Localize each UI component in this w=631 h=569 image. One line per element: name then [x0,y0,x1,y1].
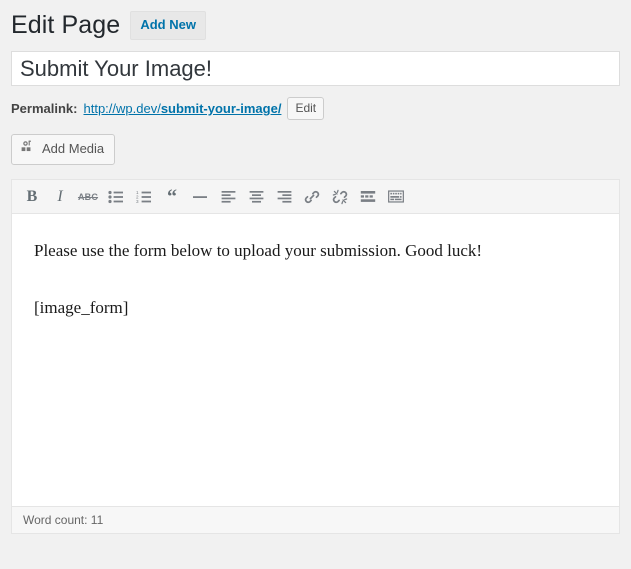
permalink-slug: submit-your-image/ [160,101,282,116]
permalink-row: Permalink: http://wp.dev/submit-your-ima… [0,97,631,120]
bulleted-list-icon[interactable] [102,184,130,210]
italic-icon[interactable]: I [46,184,74,210]
add-media-label: Add Media [42,141,105,156]
post-title-input[interactable] [11,51,620,86]
toolbar-toggle-icon[interactable] [382,184,410,210]
title-field-wrapper [0,51,631,86]
editor-content-area[interactable]: Please use the form below to upload your… [12,214,619,506]
editor-toolbar: B I ABC 1 2 3 “ [12,180,619,214]
read-more-icon[interactable] [354,184,382,210]
word-count-label: Word count: 11 [23,513,104,527]
media-camera-icon [21,139,36,159]
blockquote-icon[interactable]: “ [158,184,186,210]
editor-container: B I ABC 1 2 3 “ Please use the form belo… [11,179,620,534]
link-icon[interactable] [298,184,326,210]
strikethrough-icon[interactable]: ABC [74,184,102,210]
numbered-list-icon[interactable]: 1 2 3 [130,184,158,210]
editor-paragraph-2: [image_form] [34,298,129,317]
add-new-button[interactable]: Add New [130,10,206,40]
permalink-base: http://wp.dev/ [83,101,161,116]
edit-permalink-button[interactable]: Edit [287,97,325,120]
page-header: Edit Page Add New [0,0,631,45]
permalink-link[interactable]: http://wp.dev/submit-your-image/ [83,101,281,116]
bold-icon[interactable]: B [18,184,46,210]
unlink-icon[interactable] [326,184,354,210]
editor-status-bar: Word count: 11 [12,506,619,533]
horizontal-rule-icon[interactable] [186,184,214,210]
page-title: Edit Page [11,11,121,39]
add-media-button[interactable]: Add Media [11,134,116,165]
permalink-label: Permalink: [11,101,78,116]
align-right-icon[interactable] [270,184,298,210]
editor-paragraph-1: Please use the form below to upload your… [34,241,483,260]
svg-text:3: 3 [136,199,139,204]
media-buttons-row: Add Media [0,134,631,165]
align-left-icon[interactable] [214,184,242,210]
align-center-icon[interactable] [242,184,270,210]
